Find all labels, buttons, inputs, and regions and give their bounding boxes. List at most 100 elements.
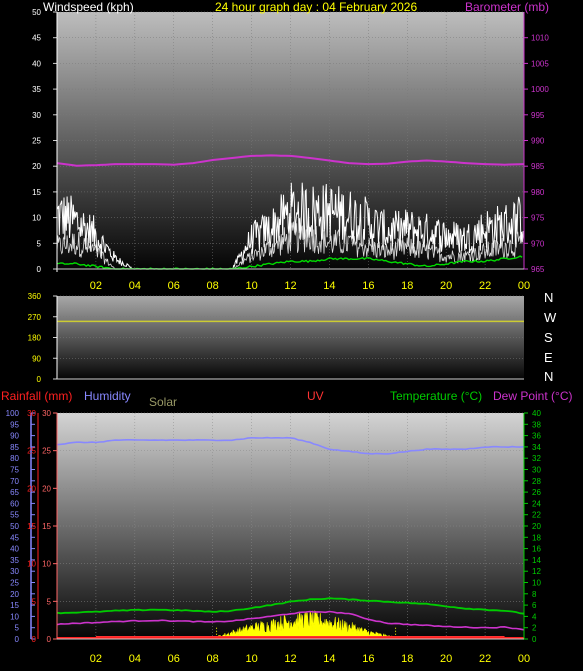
wind-tick-label: 30 [32,111,41,120]
x-tick-label-bottom: 16 [362,653,374,665]
humidity-tick-label: 85 [10,443,19,452]
humidity-axis-title: Humidity [84,389,131,403]
humidity-tick-label: 50 [10,522,19,531]
baro-tick-label: 1000 [531,85,549,94]
x-tick-label-top: 08 [207,280,219,292]
wind-tick-label: 50 [32,8,41,17]
barometer-axis-title: Barometer (mb) [465,0,549,14]
temperature-tick-label: 26 [532,488,541,497]
solar-axis-title: Solar [149,395,177,409]
x-tick-label-bottom: 22 [479,653,491,665]
temperature-tick-label: 8 [532,590,537,599]
x-tick-label-top: 12 [284,280,296,292]
x-tick-label-top: 16 [362,280,374,292]
windspeed-axis-title: Windspeed (kph) [43,0,134,14]
rainfall-tick-label: 25 [27,447,36,456]
x-tick-label-top: 02 [90,280,102,292]
humidity-tick-label: 5 [15,624,20,633]
x-tick-label-top: 06 [168,280,180,292]
x-tick-label-top: 10 [245,280,257,292]
temperature-tick-label: 34 [532,443,541,452]
temperature-tick-label: 36 [532,432,541,441]
compass-s: S [544,330,553,345]
compass-w: W [544,310,557,325]
temperature-tick-label: 10 [532,579,541,588]
humidity-tick-label: 15 [10,601,19,610]
dir-tick-label: 0 [37,375,42,384]
x-tick-label-bottom: 06 [168,653,180,665]
rainfall-tick-label: 10 [27,560,36,569]
compass-e: E [544,350,553,365]
temperature-tick-label: 32 [532,454,541,463]
x-tick-label-bottom: 18 [401,653,413,665]
baro-tick-label: 995 [531,111,545,120]
temperature-axis-title: Temperature (°C) [390,389,482,403]
wind-tick-label: 10 [32,214,41,223]
humidity-tick-label: 100 [6,409,20,418]
humidity-tick-label: 55 [10,511,19,520]
baro-tick-label: 965 [531,265,545,274]
wind-tick-label: 40 [32,59,41,68]
baro-tick-label: 970 [531,239,545,248]
uv-tick-label: 25 [42,447,51,456]
humidity-tick-label: 60 [10,499,19,508]
compass-n-bottom: N [544,369,553,384]
x-tick-label-top: 04 [129,280,141,292]
uv-tick-label: 0 [47,635,52,644]
baro-tick-label: 985 [531,162,545,171]
humidity-tick-label: 80 [10,454,19,463]
rainfall-tick-label: 5 [32,597,37,606]
temperature-tick-label: 4 [532,612,537,621]
x-tick-label-bottom: 04 [129,653,141,665]
humidity-tick-label: 30 [10,567,19,576]
temperature-tick-label: 30 [532,466,541,475]
baro-tick-label: 975 [531,214,545,223]
baro-tick-label: 1005 [531,59,549,68]
baro-tick-label: 1010 [531,34,549,43]
humidity-tick-label: 10 [10,612,19,621]
rainfall-tick-label: 0 [32,635,37,644]
humidity-tick-label: 20 [10,590,19,599]
rainfall-tick-label: 20 [27,484,36,493]
temperature-tick-label: 16 [532,545,541,554]
temperature-tick-label: 20 [532,522,541,531]
wind-tick-label: 35 [32,85,41,94]
temperature-tick-label: 14 [532,556,541,565]
wind-tick-label: 20 [32,162,41,171]
humidity-tick-label: 90 [10,432,19,441]
x-tick-label-top: 22 [479,280,491,292]
x-tick-label-top: 14 [323,280,335,292]
x-tick-label-bottom: 10 [245,653,257,665]
humidity-tick-label: 65 [10,488,19,497]
uv-tick-label: 15 [42,522,51,531]
x-tick-label-bottom: 08 [207,653,219,665]
temperature-tick-label: 18 [532,533,541,542]
x-tick-label-top: 00 [518,280,530,292]
temperature-tick-label: 28 [532,477,541,486]
wind-tick-label: 0 [37,265,42,274]
rainfall-axis-title: Rainfall (mm) [1,389,72,403]
humidity-tick-label: 0 [15,635,20,644]
weather-graph: 0510152025303540455096597097598098599099… [1,0,572,665]
uv-tick-label: 20 [42,484,51,493]
temperature-tick-label: 40 [532,409,541,418]
x-tick-label-bottom: 20 [440,653,452,665]
uv-tick-label: 5 [47,597,52,606]
x-tick-label-bottom: 12 [284,653,296,665]
humidity-tick-label: 35 [10,556,19,565]
uv-tick-label: 30 [42,409,51,418]
dir-tick-label: 360 [28,292,42,301]
uv-tick-label: 10 [42,560,51,569]
temperature-tick-label: 0 [532,635,537,644]
temperature-tick-label: 12 [532,567,541,576]
dir-tick-label: 90 [32,354,41,363]
wind-tick-label: 15 [32,188,41,197]
dir-tick-label: 270 [28,313,42,322]
wind-tick-label: 25 [32,137,41,146]
x-tick-label-bottom: 00 [518,653,530,665]
x-tick-label-top: 18 [401,280,413,292]
temperature-tick-label: 38 [532,420,541,429]
chart-title: 24 hour graph day : 04 February 2026 [215,0,417,14]
x-tick-label-bottom: 14 [323,653,335,665]
compass-n-top: N [544,290,553,305]
